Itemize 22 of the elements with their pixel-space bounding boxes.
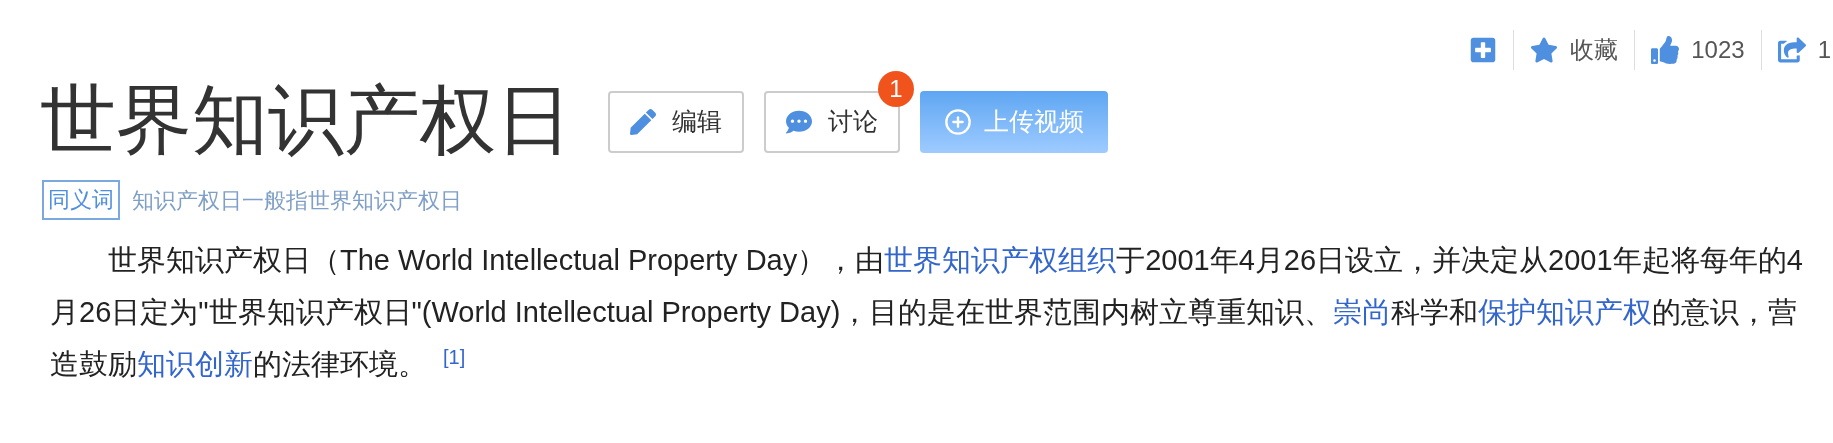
- edit-button[interactable]: 编辑: [608, 91, 744, 153]
- text-link[interactable]: 知识创新: [137, 348, 253, 380]
- like-button[interactable]: 1023: [1651, 32, 1745, 68]
- thumbs-up-icon: [1651, 36, 1680, 64]
- favorite-button[interactable]: 收藏: [1530, 32, 1619, 68]
- synonym-tag: 同义词: [42, 180, 120, 220]
- chat-icon: [786, 109, 812, 135]
- text-link[interactable]: 保护知: [1478, 296, 1566, 328]
- star-icon: [1530, 36, 1559, 64]
- intro-paragraph: 世界知识产权日（The World Intellectual Property Day），由世界知识产权组织于2001年4月26日设立，并决定从2001年起将每年的4月26日定为"世界知识产权日"(World Intellectual Property Day)，目的是在世界范围内树立尊重知识、崇尚科学和保护知识产权的意识，营造鼓励知识创新的法律环境。 $^{[1]}$: [49, 243, 1804, 382]
- text-link[interactable]: 识产权: [1565, 296, 1653, 328]
- plus-circle-icon: [944, 108, 972, 136]
- pencil-icon: [630, 109, 656, 135]
- add-button[interactable]: [1469, 36, 1498, 64]
- text-link[interactable]: 世界知识产权组织: [884, 244, 1117, 276]
- text-link[interactable]: 崇尚: [1333, 296, 1392, 328]
- share-icon: [1777, 36, 1806, 64]
- page-title: 世界知识产权日: [40, 76, 572, 164]
- synonym-link[interactable]: 知识产权日一般指世界知识产权日: [132, 183, 462, 217]
- notification-badge: 1: [878, 71, 914, 107]
- share-button[interactable]: 1: [1777, 32, 1831, 68]
- reference-link[interactable]: [1]: [443, 346, 466, 368]
